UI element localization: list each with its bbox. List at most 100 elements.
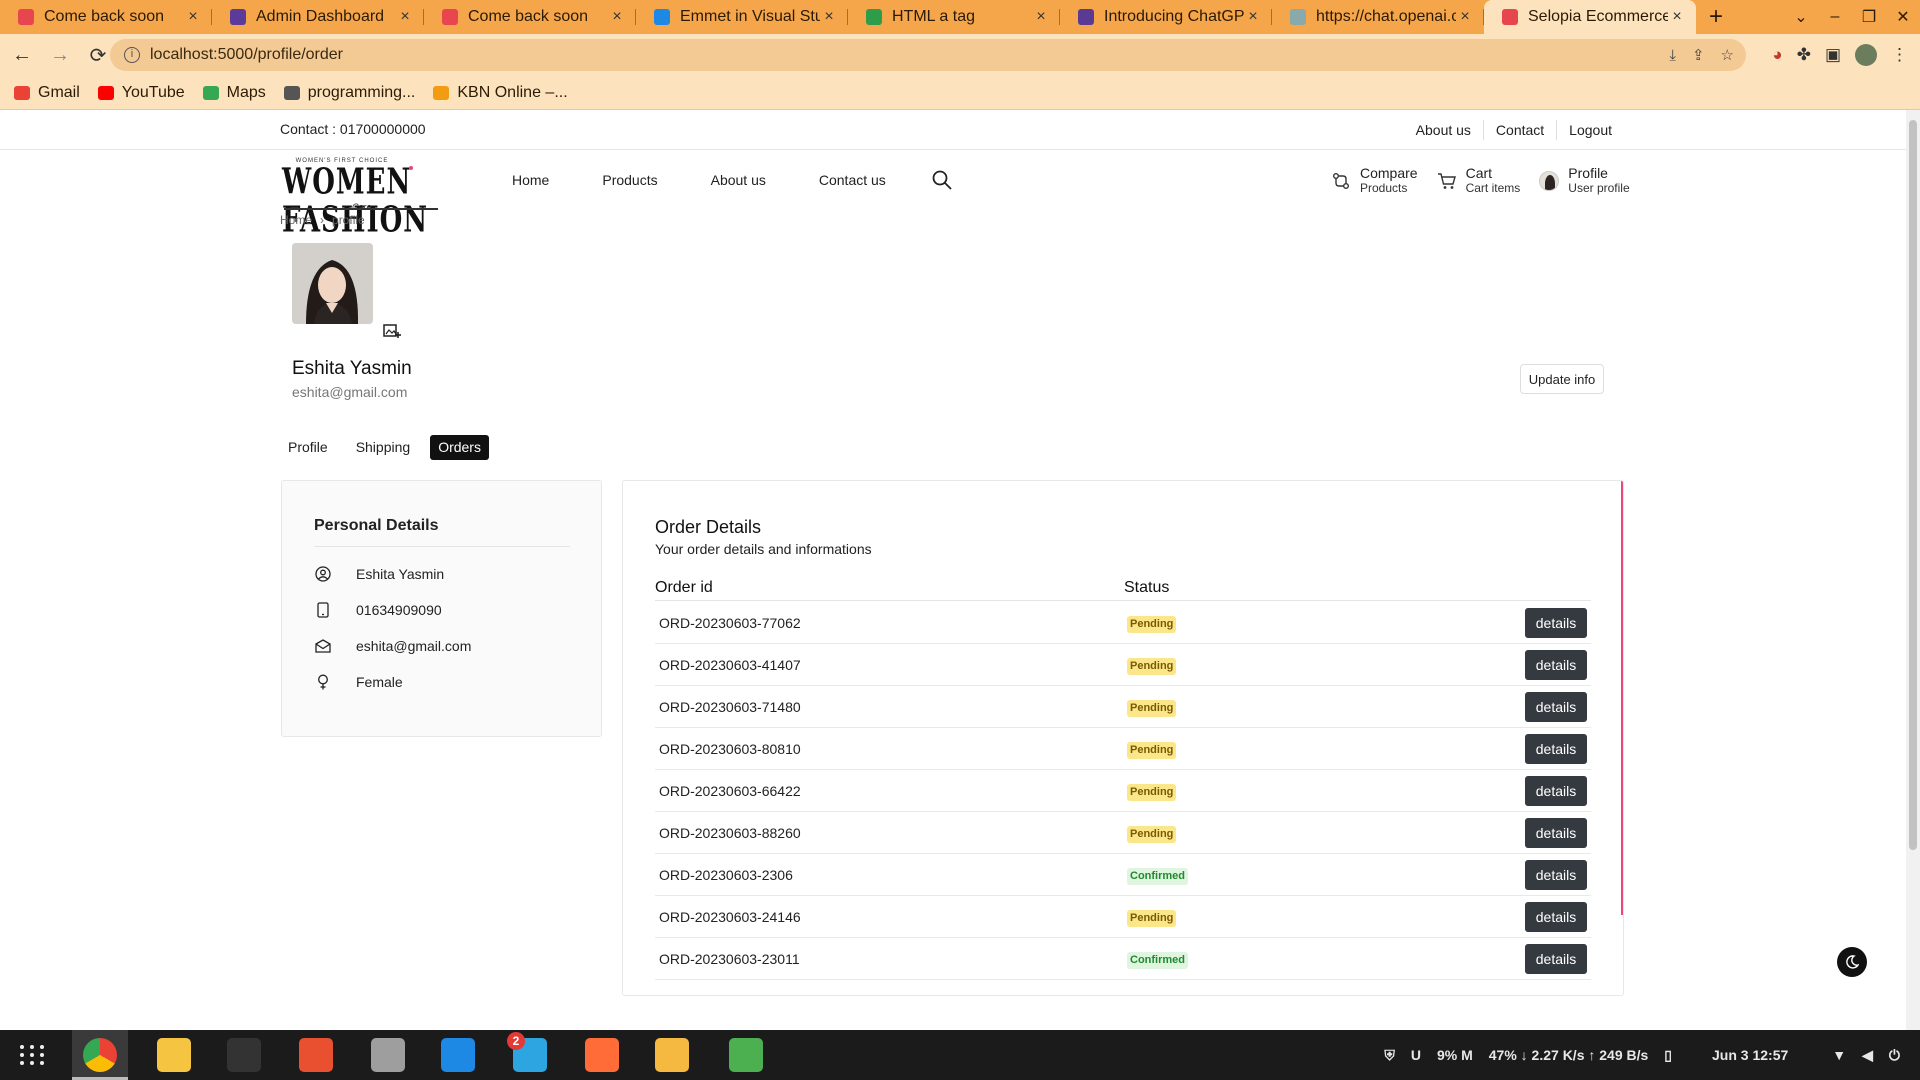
personal-details-card: Personal Details Eshita Yasmin 016349090… [281, 480, 602, 737]
logo-script: Care [352, 202, 372, 212]
breadcrumb-home[interactable]: Home [280, 213, 312, 227]
status-badge: Pending [1127, 784, 1177, 801]
details-button[interactable]: details [1525, 902, 1587, 932]
order-row: ORD-20230603-66422 Pending details [655, 770, 1591, 812]
tab-profile[interactable]: Profile [280, 435, 336, 460]
wifi-icon[interactable]: ▼ [1832, 1047, 1846, 1063]
color-extension-icon[interactable]: ◕ [1772, 45, 1782, 65]
dark-mode-toggle[interactable] [1837, 947, 1867, 977]
browser-tab[interactable]: Admin Dashboard × [212, 0, 424, 34]
add-photo-icon[interactable] [383, 323, 401, 339]
bookmark-item[interactable]: KBN Online –... [433, 84, 568, 102]
details-button[interactable]: details [1525, 734, 1587, 764]
clipboard-icon[interactable]: ▯ [1664, 1047, 1672, 1064]
site-info-icon[interactable]: i [124, 47, 140, 63]
browser-tab[interactable]: Come back soon × [0, 0, 212, 34]
search-icon[interactable] [932, 170, 952, 190]
close-tab-icon[interactable]: × [1668, 8, 1686, 26]
nav-home[interactable]: Home [512, 172, 549, 188]
order-id: ORD-20230603-41407 [659, 657, 801, 673]
compare-link[interactable]: Compare Products [1330, 166, 1418, 195]
top-link-contact[interactable]: Contact [1482, 120, 1556, 140]
details-button[interactable]: details [1525, 818, 1587, 848]
app-grid-icon[interactable] [18, 1044, 46, 1066]
mail-icon[interactable] [655, 1038, 689, 1072]
cart-link[interactable]: Cart Cart items [1436, 166, 1520, 195]
address-bar-row: ← → ⟳ i localhost:5000/profile/order ⤓ ⇪… [0, 34, 1920, 76]
software-center-icon[interactable] [299, 1038, 333, 1072]
site-logo[interactable]: WOMEN'S FIRST CHOICE WOMEN FASHION Care [282, 158, 442, 240]
close-tab-icon[interactable]: × [184, 8, 202, 26]
nav-about-us[interactable]: About us [711, 172, 766, 188]
close-tab-icon[interactable]: × [820, 8, 838, 26]
new-tab-plus-icon[interactable]: + [1696, 0, 1736, 34]
page-scrollbar[interactable] [1906, 110, 1920, 1030]
nav-products[interactable]: Products [602, 172, 657, 188]
forward-arrow-icon[interactable]: → [44, 39, 76, 71]
url-omnibox[interactable]: i localhost:5000/profile/order ⤓ ⇪ ☆ [110, 39, 1746, 71]
postman-icon[interactable] [585, 1038, 619, 1072]
details-button[interactable]: details [1525, 944, 1587, 974]
bookmark-item[interactable]: YouTube [97, 84, 185, 102]
shield-icon[interactable]: ⛨ [1384, 1047, 1395, 1064]
detail-name-value: Eshita Yasmin [356, 566, 445, 582]
bookmark-item[interactable]: Gmail [14, 84, 80, 102]
browser-tab[interactable]: https://chat.openai.com× [1272, 0, 1484, 34]
files-icon[interactable] [371, 1038, 405, 1072]
browser-tab[interactable]: Introducing ChatGPT × [1060, 0, 1272, 34]
restore-icon[interactable]: ❐ [1852, 7, 1886, 27]
details-button[interactable]: details [1525, 608, 1587, 638]
order-id: ORD-20230603-23011 [659, 951, 800, 967]
close-tab-icon[interactable]: × [1032, 8, 1050, 26]
status-badge: Confirmed [1127, 952, 1188, 969]
order-row: ORD-20230603-71480 Pending details [655, 686, 1591, 728]
browser-tab[interactable]: Come back soon × [424, 0, 636, 34]
details-button[interactable]: details [1525, 692, 1587, 722]
close-tab-icon[interactable]: × [608, 8, 626, 26]
profile-title: Profile [1568, 165, 1608, 181]
update-info-button[interactable]: Update info [1520, 364, 1604, 394]
nav-contact-us[interactable]: Contact us [819, 172, 886, 188]
volume-icon[interactable]: ◀ [1862, 1047, 1873, 1064]
top-link-logout[interactable]: Logout [1556, 120, 1624, 140]
details-button[interactable]: details [1525, 860, 1587, 890]
tab-orders[interactable]: Orders [430, 435, 489, 460]
bookmark-label: programming... [307, 83, 416, 101]
close-tab-icon[interactable]: × [1456, 8, 1474, 26]
details-button[interactable]: details [1525, 650, 1587, 680]
close-tab-icon[interactable]: × [1244, 8, 1262, 26]
side-panel-icon[interactable]: ▣ [1825, 45, 1841, 65]
terminal-icon[interactable] [227, 1038, 261, 1072]
telegram-icon[interactable]: 2 [507, 1032, 547, 1072]
browser-tab[interactable]: Emmet in Visual Studio× [636, 0, 848, 34]
puzzle-extensions-icon[interactable]: ✤ [1797, 45, 1811, 65]
chrome-menu-icon[interactable]: ⋮ [1891, 45, 1908, 65]
vscode-icon[interactable] [441, 1038, 475, 1072]
chrome-icon[interactable] [83, 1038, 117, 1072]
details-button[interactable]: details [1525, 776, 1587, 806]
browser-tab[interactable]: Selopia Ecommerce × [1484, 0, 1696, 34]
bookmark-item[interactable]: Maps [202, 84, 266, 102]
tab-shipping[interactable]: Shipping [348, 435, 419, 460]
install-app-icon[interactable]: ⤓ [1669, 47, 1676, 64]
back-arrow-icon[interactable]: ← [6, 39, 38, 71]
tab-search-chevron-icon[interactable]: ⌄ [1784, 7, 1818, 27]
female-icon [314, 673, 332, 691]
bookmark-star-icon[interactable]: ☆ [1721, 46, 1734, 64]
archive-icon[interactable] [729, 1038, 763, 1072]
profile-link[interactable]: Profile User profile [1538, 165, 1630, 195]
top-link-about-us[interactable]: About us [1404, 120, 1483, 140]
share-icon[interactable]: ⇪ [1692, 46, 1705, 64]
tray-clock[interactable]: Jun 3 12:57 [1712, 1047, 1788, 1063]
notes-icon[interactable] [157, 1038, 191, 1072]
close-tab-icon[interactable]: × [396, 8, 414, 26]
power-icon[interactable]: ⏻ [1889, 1047, 1900, 1064]
chrome-profile-avatar[interactable] [1855, 44, 1877, 66]
tab-title: HTML a tag [892, 8, 975, 25]
order-row: ORD-20230603-24146 Pending details [655, 896, 1591, 938]
browser-tab[interactable]: HTML a tag × [848, 0, 1060, 34]
bookmark-item[interactable]: programming... [283, 83, 416, 102]
scrollbar-thumb[interactable] [1909, 120, 1917, 850]
close-window-icon[interactable]: ✕ [1886, 7, 1920, 27]
minimize-icon[interactable]: – [1818, 8, 1852, 26]
